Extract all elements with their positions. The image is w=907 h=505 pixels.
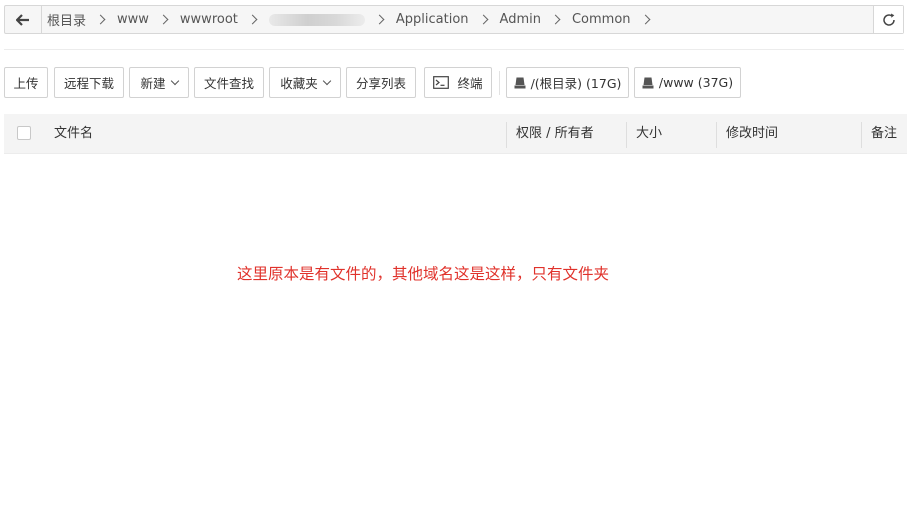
disk-www-button[interactable]: /www (37G) [634, 67, 741, 98]
breadcrumb-item-admin[interactable]: Admin [500, 12, 541, 27]
new-label: 新建 [140, 76, 166, 91]
chevron-right-icon [95, 14, 106, 25]
chevron-right-icon [247, 14, 258, 25]
disk-icon [642, 77, 654, 88]
back-button[interactable] [5, 6, 42, 33]
divider [4, 49, 904, 50]
file-search-button[interactable]: 文件查找 [194, 67, 264, 98]
breadcrumb-item-www[interactable]: www [117, 12, 149, 27]
favorites-button[interactable]: 收藏夹 [269, 67, 341, 98]
breadcrumb-item-redacted[interactable] [268, 13, 365, 26]
chevron-down-icon [322, 76, 331, 85]
column-divider [716, 122, 717, 148]
refresh-button[interactable] [873, 6, 903, 33]
breadcrumb-item-wwwroot[interactable]: wwwroot [180, 12, 238, 27]
file-search-label: 文件查找 [203, 76, 254, 91]
remote-download-button[interactable]: 远程下载 [54, 67, 124, 98]
share-list-button[interactable]: 分享列表 [346, 67, 416, 98]
path-bar: 根目录 www wwwroot Application Admin Common [4, 5, 904, 34]
upload-button[interactable]: 上传 [4, 67, 48, 98]
column-divider [506, 122, 507, 148]
new-button[interactable]: 新建 [129, 67, 189, 98]
terminal-button[interactable]: 终端 [424, 67, 492, 98]
share-list-label: 分享列表 [355, 76, 406, 91]
disk-www-label: /www (37G) [658, 75, 734, 90]
chevron-right-icon [550, 14, 561, 25]
column-remarks[interactable]: 备注 [871, 114, 897, 153]
breadcrumb-item-common[interactable]: Common [572, 12, 631, 27]
terminal-label: 终端 [457, 76, 483, 91]
favorites-label: 收藏夹 [280, 76, 318, 91]
annotation-note: 这里原本是有文件的，其他域名这是这样，只有文件夹 [237, 265, 610, 283]
terminal-icon [433, 76, 450, 89]
upload-label: 上传 [13, 76, 39, 91]
chevron-right-icon [374, 14, 385, 25]
select-all-checkbox[interactable] [17, 126, 31, 140]
column-filename[interactable]: 文件名 [54, 114, 93, 153]
file-table-header: 文件名 权限 / 所有者 大小 修改时间 备注 [4, 114, 907, 154]
column-size[interactable]: 大小 [636, 114, 662, 153]
chevron-right-icon [478, 14, 488, 25]
breadcrumb-item-application[interactable]: Application [396, 12, 469, 27]
column-modified-time[interactable]: 修改时间 [726, 114, 778, 153]
chevron-down-icon [170, 76, 179, 85]
back-arrow-icon [16, 13, 29, 26]
chevron-right-icon [158, 14, 169, 25]
breadcrumb-item-root[interactable]: 根目录 [47, 10, 86, 29]
toolbar-divider [499, 71, 500, 95]
disk-root-label: /(根目录) (17G) [530, 76, 622, 91]
refresh-icon [882, 13, 895, 26]
column-divider [861, 122, 862, 148]
column-permissions[interactable]: 权限 / 所有者 [516, 114, 594, 153]
remote-download-label: 远程下载 [63, 76, 114, 91]
disk-root-button[interactable]: /(根目录) (17G) [506, 67, 629, 98]
breadcrumb: 根目录 www wwwroot Application Admin Common [47, 6, 662, 33]
disk-icon [514, 77, 526, 88]
column-divider [626, 122, 627, 148]
chevron-right-icon [640, 14, 650, 25]
